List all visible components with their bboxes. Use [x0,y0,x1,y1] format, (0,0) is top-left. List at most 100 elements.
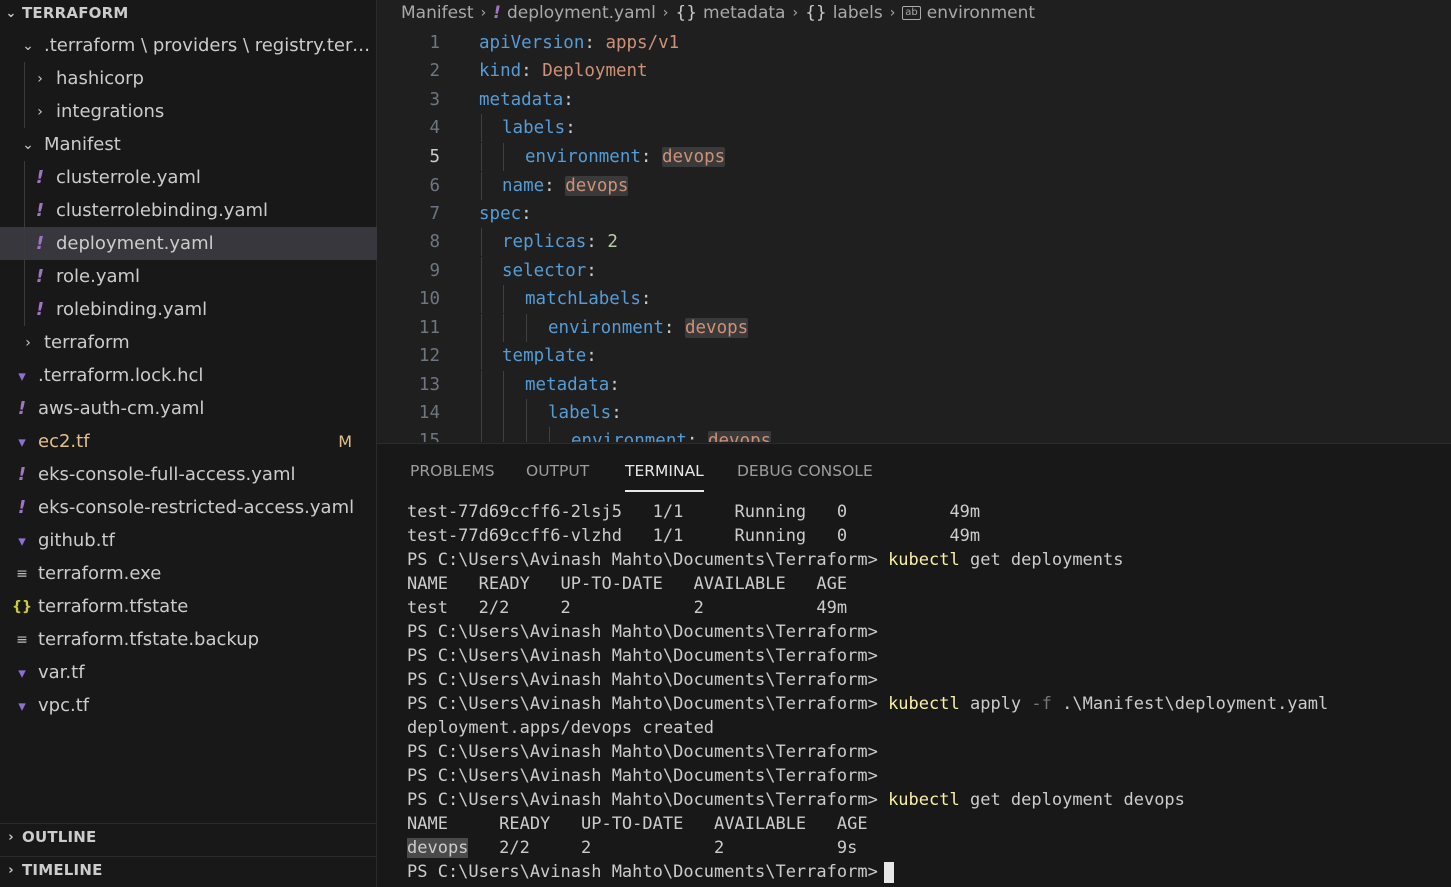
breadcrumb: Manifest › ! deployment.yaml › {} metada… [377,0,1451,26]
tree-item-hashicorp[interactable]: › hashicorp [0,62,377,95]
code-line: 9 selector: [377,257,1451,285]
terminal-prompt: PS C:\Users\Avinash Mahto\Documents\Terr… [407,646,878,666]
terminal-line: test 2/2 2 2 49m [407,598,848,618]
yaml-icon: ! [17,497,27,518]
chevron-right-icon: › [8,862,14,878]
yaml-key: spec [479,204,522,224]
line-number: 4 [429,118,440,138]
tab-problems[interactable]: PROBLEMS [410,462,495,492]
tree-item-label: eks-console-full-access.yaml [38,464,296,485]
tree-item-label: clusterrolebinding.yaml [56,200,269,221]
tree-item-label: terraform [44,332,130,353]
line-number: 1 [429,33,440,53]
terminal-prompt: PS C:\Users\Avinash Mahto\Documents\Terr… [407,550,878,570]
tree-item-label: aws-auth-cm.yaml [38,398,205,419]
yaml-key: name [502,176,545,196]
line-number: 14 [418,403,440,423]
terminal-command: kubectl [888,694,960,714]
code-line: 2 kind: Deployment [377,57,1451,85]
tree-item-label: .terraform \ providers \ registry.terraf… [44,35,377,56]
terminal-args: get deployments [969,550,1124,570]
tree-item-clusterrole-yaml[interactable]: ! clusterrole.yaml [0,161,377,194]
tree-item-terraform-folder[interactable]: › terraform [0,326,377,359]
line-number: 10 [418,289,440,309]
explorer-section-header[interactable]: ⌄ TERRAFORM [0,0,377,26]
terminal-line-rest: 2/2 2 2 9s [468,838,858,858]
yaml-key: template [502,346,587,366]
outline-section-header[interactable]: › OUTLINE [0,823,377,850]
breadcrumb-file[interactable]: deployment.yaml [507,3,656,23]
file-lines-icon: ≡ [16,565,28,582]
yaml-value-highlighted: devops [565,176,629,196]
chevron-down-icon: ⌄ [5,5,17,21]
code-editor[interactable]: 1 apiVersion: apps/v1 2 kind: Deployment… [377,28,1451,442]
yaml-key: metadata [479,90,564,110]
indent-guide [24,161,25,194]
breadcrumb-metadata[interactable]: metadata [703,3,785,23]
tree-item-role-yaml[interactable]: ! role.yaml [0,260,377,293]
chevron-down-icon: ⌄ [22,136,34,153]
timeline-section-header[interactable]: › TIMELINE [0,856,377,883]
terminal-line: deployment.apps/devops created [407,718,715,738]
tree-item-eks-console-full-access-yaml[interactable]: ! eks-console-full-access.yaml [0,458,377,491]
line-number: 5 [429,147,440,167]
chevron-right-icon: › [480,5,487,21]
tab-output[interactable]: OUTPUT [526,462,589,492]
terminal-line: PS C:\Users\Avinash Mahto\Documents\Terr… [407,788,1447,812]
terminal-args: .\Manifest\deployment.yaml [1062,694,1329,714]
tree-item-label: terraform.tfstate.backup [38,629,260,650]
yaml-icon: ! [35,299,45,320]
tree-item-github-tf[interactable]: ▾ github.tf [0,524,377,557]
tree-item-label: rolebinding.yaml [56,299,208,320]
tree-item-deployment-yaml[interactable]: ! deployment.yaml [0,227,377,260]
outline-title: OUTLINE [22,828,97,846]
tree-item-label: terraform.tfstate [38,596,189,617]
breadcrumb-folder[interactable]: Manifest [401,3,474,23]
yaml-value-highlighted: devops [707,431,772,442]
tree-item-label: .terraform.lock.hcl [38,365,204,386]
tree-item-vpc-tf[interactable]: ▾ vpc.tf [0,689,377,722]
chevron-right-icon: › [37,70,43,87]
code-line: 12 template: [377,342,1451,370]
terminal-line: test-77d69ccff6-vlzhd 1/1 Running 0 49m [407,526,981,546]
bottom-panel: PROBLEMS OUTPUT TERMINAL DEBUG CONSOLE t… [377,443,1451,887]
explorer-section-title: TERRAFORM [22,4,129,22]
tree-item-aws-auth-cm-yaml[interactable]: ! aws-auth-cm.yaml [0,392,377,425]
yaml-key: labels [548,403,612,423]
breadcrumb-environment[interactable]: environment [927,3,1035,23]
yaml-key: environment [571,431,687,442]
terminal-output[interactable]: test-77d69ccff6-2lsj5 1/1 Running 0 49m … [407,500,1447,884]
tree-item-manifest[interactable]: ⌄ Manifest [0,128,377,161]
tree-item-var-tf[interactable]: ▾ var.tf [0,656,377,689]
line-number: 13 [418,375,440,395]
yaml-icon: ! [17,464,27,485]
tree-item-integrations[interactable]: › integrations [0,95,377,128]
tree-item-eks-console-restricted-access-yaml[interactable]: ! eks-console-restricted-access.yaml [0,491,377,524]
tab-terminal[interactable]: TERMINAL [625,462,704,492]
tree-item-terraform-lock-hcl[interactable]: ▾ .terraform.lock.hcl [0,359,377,392]
tree-item-terraform-tfstate[interactable]: {} terraform.tfstate [0,590,377,623]
terminal-prompt: PS C:\Users\Avinash Mahto\Documents\Terr… [407,622,878,642]
tree-item-terraform-providers[interactable]: ⌄ .terraform \ providers \ registry.terr… [0,29,377,62]
terminal-prompt: PS C:\Users\Avinash Mahto\Documents\Terr… [407,670,878,690]
tab-debug-console[interactable]: DEBUG CONSOLE [737,462,873,492]
timeline-title: TIMELINE [22,861,103,879]
tree-item-terraform-exe[interactable]: ≡ terraform.exe [0,557,377,590]
tree-item-label: clusterrole.yaml [56,167,201,188]
code-line: 13 metadata: [377,371,1451,399]
tree-item-label: var.tf [38,662,85,683]
line-number: 15 [418,431,440,442]
git-modified-badge: M [338,432,352,451]
breadcrumb-labels[interactable]: labels [833,3,883,23]
code-line: 15 environment: devops [377,427,1451,442]
yaml-icon: ! [35,233,45,254]
code-line-active: 5 environment: devops [377,143,1451,171]
line-number: 11 [418,318,440,338]
tree-item-ec2-tf[interactable]: ▾ ec2.tf M [0,425,377,458]
tree-item-clusterrolebinding-yaml[interactable]: ! clusterrolebinding.yaml [0,194,377,227]
chevron-down-icon: ⌄ [22,37,34,54]
tree-item-rolebinding-yaml[interactable]: ! rolebinding.yaml [0,293,377,326]
yaml-key: environment [548,318,664,338]
tree-item-terraform-tfstate-backup[interactable]: ≡ terraform.tfstate.backup [0,623,377,656]
indent-guide [24,293,25,326]
